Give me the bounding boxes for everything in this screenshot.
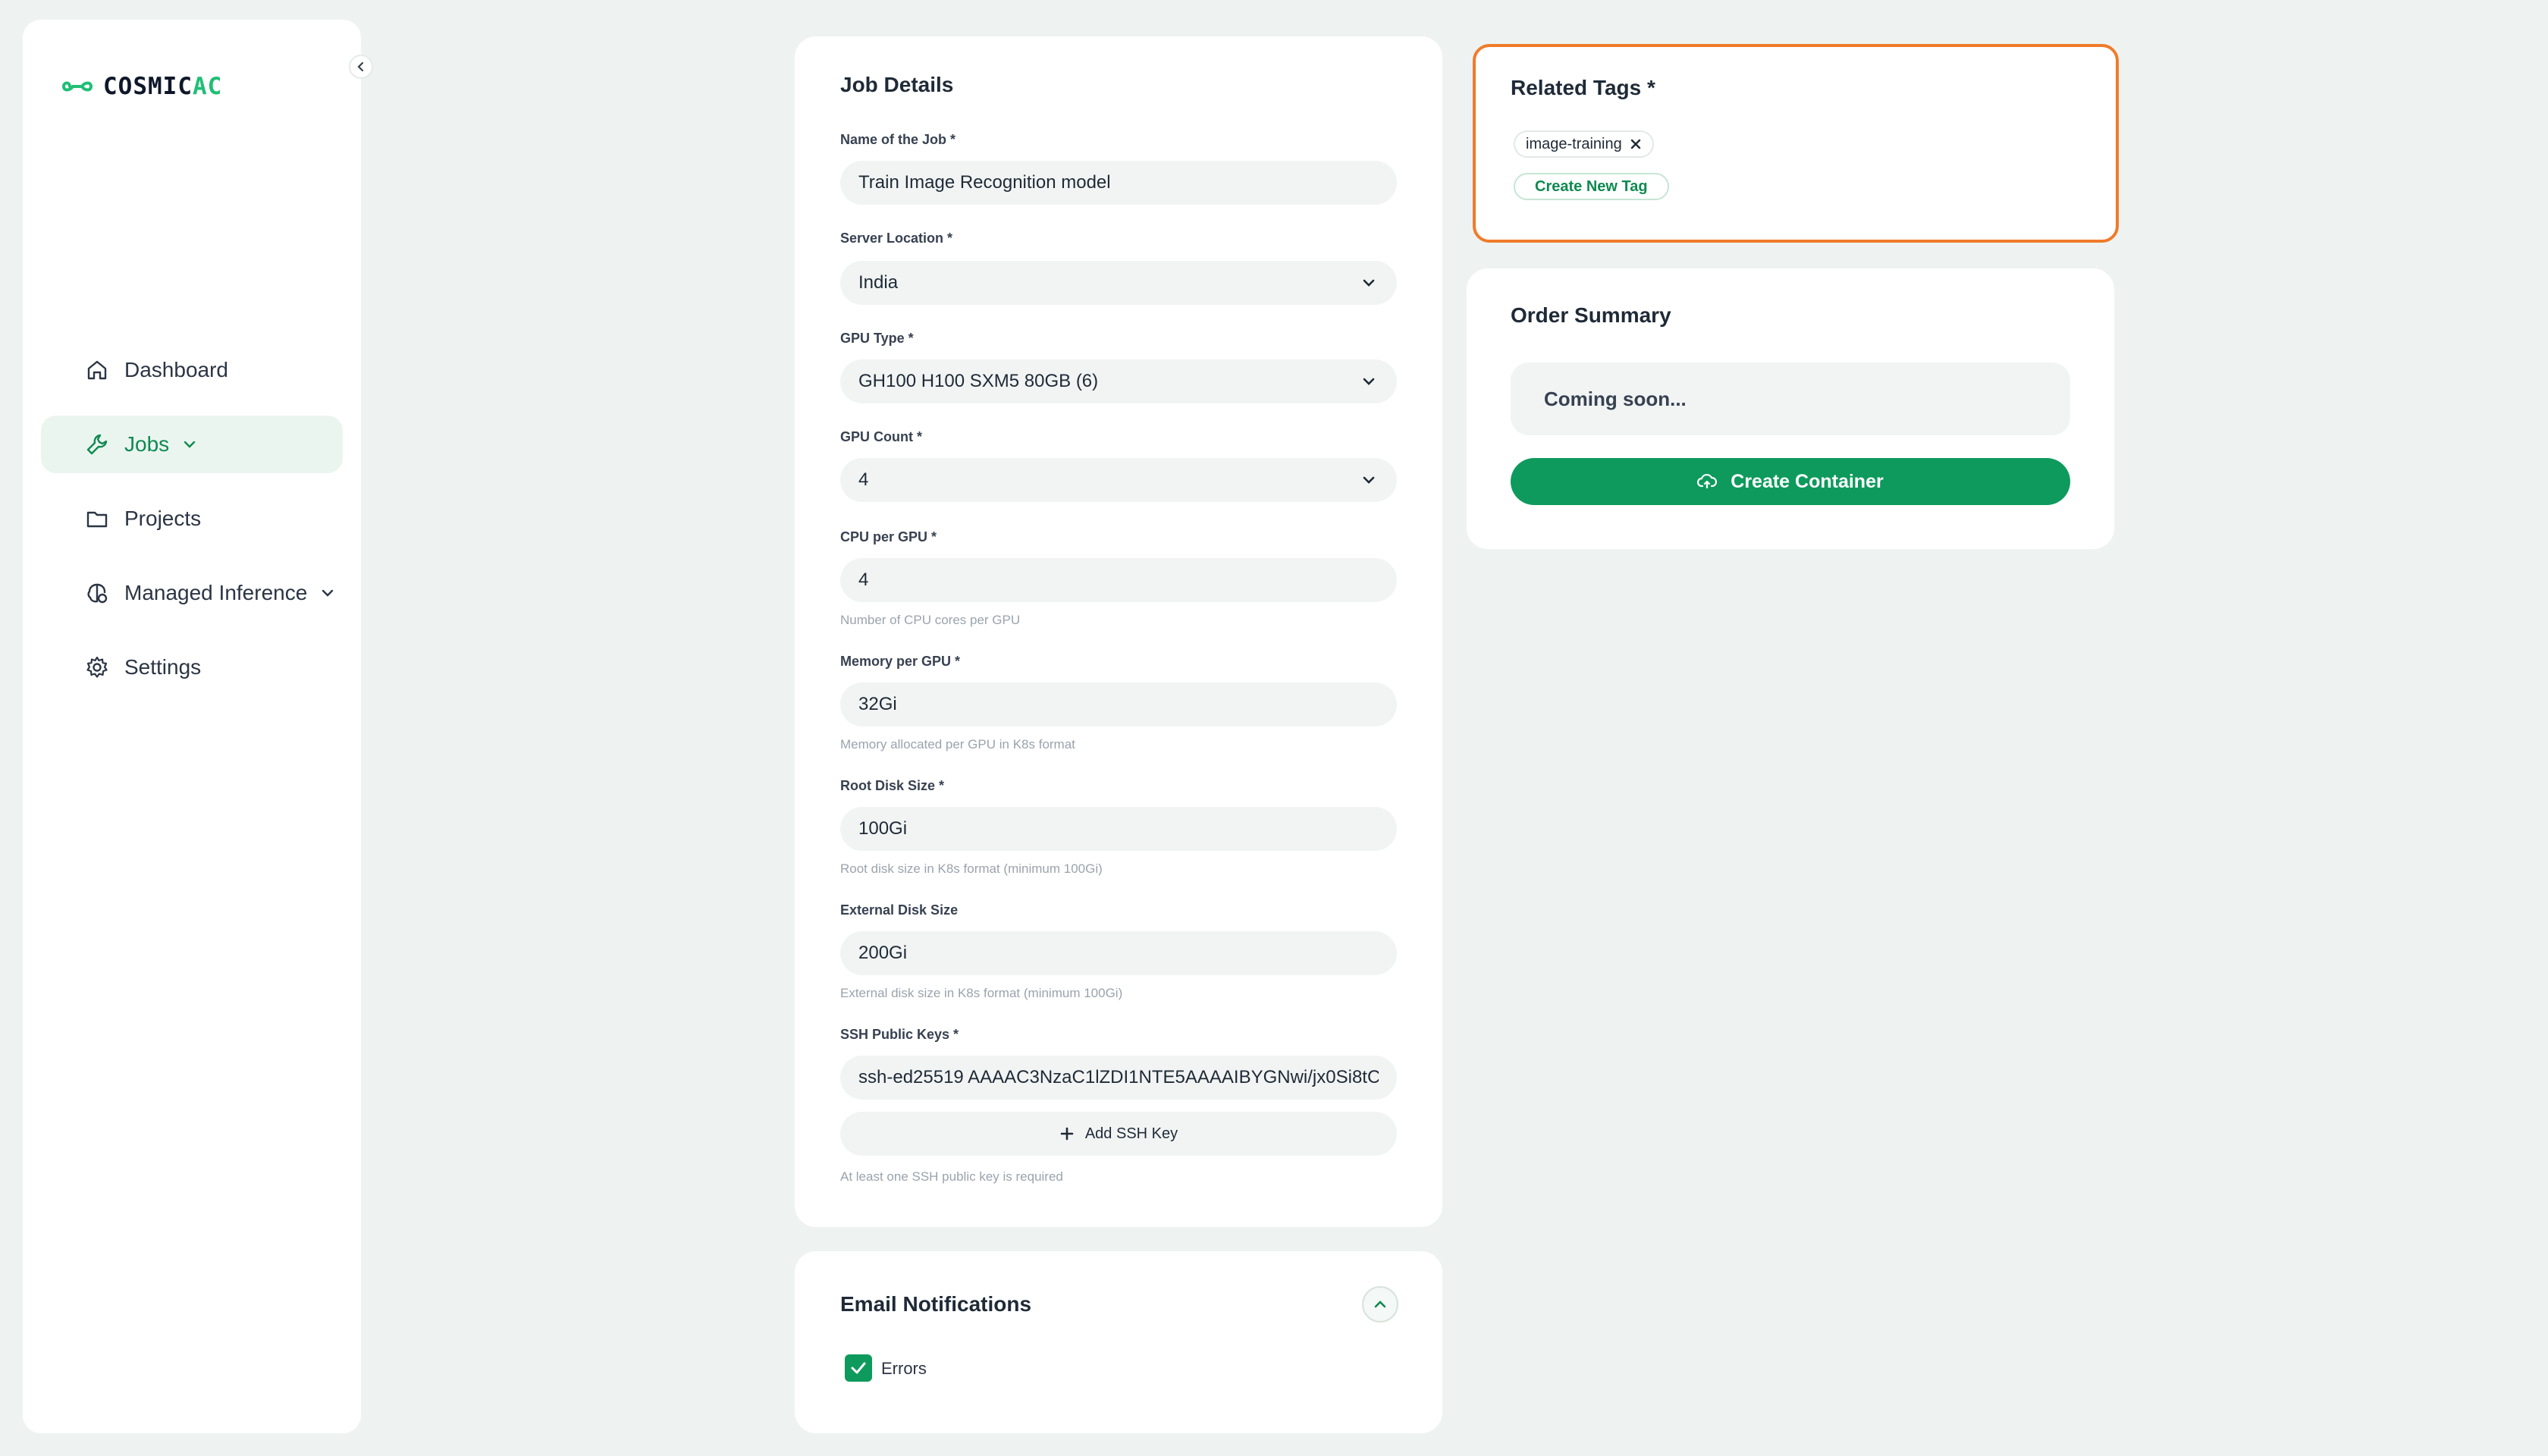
root-disk-value: 100Gi: [858, 818, 908, 839]
job-name-value: Train Image Recognition model: [858, 172, 1111, 193]
sidebar-item-dashboard[interactable]: Dashboard: [41, 341, 343, 399]
infinity-icon: [62, 81, 93, 92]
job-details-card: Job Details Name of the Job * Train Imag…: [795, 36, 1442, 1227]
external-disk-label: External Disk Size: [840, 902, 959, 918]
chevron-down-icon: [1363, 279, 1375, 287]
root-disk-input[interactable]: 100Gi: [840, 807, 1397, 851]
sidebar-item-label: Settings: [124, 655, 202, 679]
gpu-count-select[interactable]: 4: [840, 458, 1397, 502]
create-container-label: Create Container: [1731, 470, 1884, 492]
sidebar-item-settings[interactable]: Settings: [41, 639, 343, 696]
cpu-per-gpu-value: 4: [858, 570, 869, 590]
gpu-type-label: GPU Type *: [840, 331, 914, 346]
sidebar-item-label: Dashboard: [124, 358, 228, 381]
brand-name: COSMICAC: [103, 73, 223, 100]
add-ssh-key-button[interactable]: Add SSH Key: [840, 1112, 1397, 1156]
root-disk-hint: Root disk size in K8s format (minimum 10…: [840, 861, 1103, 876]
chevron-down-icon: [184, 441, 196, 448]
chevron-left-icon: [357, 61, 364, 72]
memory-per-gpu-label: Memory per GPU *: [840, 654, 961, 669]
sidebar-item-label: Managed Inference: [124, 581, 308, 604]
job-name-label: Name of the Job *: [840, 132, 956, 147]
chevron-up-icon: [1374, 1301, 1386, 1308]
server-location-select[interactable]: India: [840, 261, 1397, 305]
sidebar-item-projects[interactable]: Projects: [41, 490, 343, 548]
folder-icon: [86, 511, 108, 528]
cpu-per-gpu-label: CPU per GPU *: [840, 529, 937, 544]
brand-logo[interactable]: COSMICAC: [62, 73, 222, 100]
external-disk-input[interactable]: 200Gi: [840, 931, 1397, 975]
memory-per-gpu-input[interactable]: 32Gi: [840, 682, 1397, 726]
add-ssh-key-label: Add SSH Key: [1084, 1125, 1178, 1142]
ssh-key-input[interactable]: ssh-ed25519 AAAAC3NzaC1lZDI1NTE5AAAAIBYG…: [840, 1056, 1397, 1100]
root-disk-label: Root Disk Size *: [840, 778, 945, 793]
create-new-tag-button[interactable]: Create New Tag: [1514, 173, 1669, 200]
external-disk-hint: External disk size in K8s format (minimu…: [840, 986, 1123, 1000]
gpu-type-select[interactable]: GH100 H100 SXM5 80GB (6): [840, 359, 1397, 403]
coming-soon-text: Coming soon...: [1544, 387, 1687, 410]
email-notifications-card: Email Notifications Errors: [795, 1251, 1442, 1433]
gpu-count-label: GPU Count *: [840, 429, 922, 444]
sidebar-collapse-button[interactable]: [349, 55, 373, 79]
chevron-down-icon: [1363, 378, 1375, 385]
errors-checkbox-label: Errors: [881, 1359, 927, 1378]
sidebar: COSMICAC Dashboard Jobs Projects Managed…: [23, 20, 361, 1433]
chevron-down-icon: [322, 589, 334, 597]
create-container-button[interactable]: Create Container: [1511, 458, 2070, 505]
cpu-per-gpu-input[interactable]: 4: [840, 558, 1397, 602]
sidebar-item-label: Jobs: [124, 432, 170, 456]
gpu-count-value: 4: [858, 469, 869, 490]
email-notifications-title: Email Notifications: [840, 1292, 1032, 1316]
sidebar-item-jobs[interactable]: Jobs: [41, 416, 343, 473]
related-tags-title: Related Tags *: [1511, 76, 1655, 99]
wrench-icon: [86, 434, 108, 455]
gear-icon: [86, 656, 108, 678]
order-summary-card: Order Summary Coming soon... Create Cont…: [1467, 268, 2114, 549]
create-new-tag-label: Create New Tag: [1535, 177, 1648, 195]
memory-per-gpu-hint: Memory allocated per GPU in K8s format: [840, 737, 1075, 752]
brain-icon: [87, 583, 108, 604]
sidebar-item-managed-inference[interactable]: Managed Inference: [41, 564, 343, 622]
tag-chip[interactable]: image-training: [1514, 130, 1654, 158]
related-tags-card: Related Tags * image-training Create New…: [1473, 44, 2119, 243]
errors-checkbox[interactable]: [845, 1354, 872, 1382]
close-icon[interactable]: [1630, 138, 1642, 150]
ssh-keys-hint: At least one SSH public key is required: [840, 1169, 1063, 1184]
ssh-key-value: ssh-ed25519 AAAAC3NzaC1lZDI1NTE5AAAAIBYG…: [858, 1067, 1379, 1087]
server-location-label: Server Location *: [840, 231, 953, 246]
order-summary-title: Order Summary: [1511, 303, 1671, 327]
gpu-type-value: GH100 H100 SXM5 80GB (6): [858, 371, 1099, 391]
ssh-keys-label: SSH Public Keys *: [840, 1027, 959, 1042]
job-name-input[interactable]: Train Image Recognition model: [840, 161, 1397, 205]
memory-per-gpu-value: 32Gi: [858, 694, 897, 714]
cpu-per-gpu-hint: Number of CPU cores per GPU: [840, 613, 1021, 627]
chevron-down-icon: [1363, 476, 1375, 484]
home-icon: [87, 360, 107, 380]
collapse-toggle-button[interactable]: [1362, 1286, 1398, 1323]
job-details-title: Job Details: [840, 73, 954, 96]
order-summary-placeholder: Coming soon...: [1511, 362, 2070, 435]
check-icon: [851, 1362, 866, 1374]
cloud-upload-icon: [1697, 473, 1718, 489]
tag-chip-label: image-training: [1526, 135, 1622, 152]
plus-icon: [1060, 1127, 1074, 1141]
sidebar-item-label: Projects: [124, 507, 202, 530]
server-location-value: India: [858, 272, 899, 293]
external-disk-value: 200Gi: [858, 943, 908, 963]
sidebar-nav: Dashboard Jobs Projects Managed Inferenc…: [41, 341, 343, 713]
